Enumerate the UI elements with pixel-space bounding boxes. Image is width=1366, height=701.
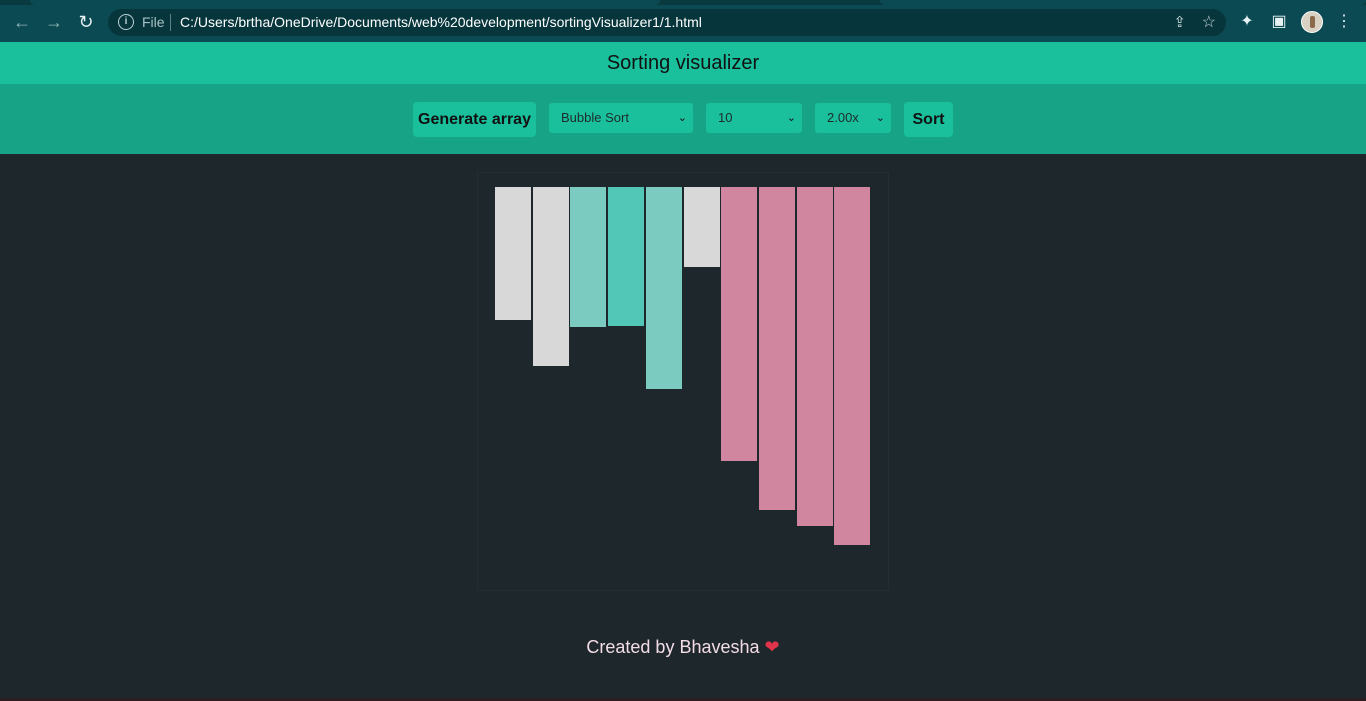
page-header: Sorting visualizer	[0, 42, 1366, 84]
heart-icon: ❤	[764, 637, 780, 657]
array-bar	[684, 187, 720, 267]
page-title: Sorting visualizer	[606, 52, 760, 74]
array-bar	[570, 187, 606, 327]
array-size-select-value: 10	[718, 110, 733, 125]
array-size-select[interactable]: 10 ⌄	[706, 103, 802, 133]
footer-credit: Created by Bhavesha	[586, 637, 760, 657]
tab-strip	[0, 0, 1366, 5]
extensions-icon[interactable]: ✦	[1237, 12, 1257, 32]
generate-array-button[interactable]: Generate array	[413, 102, 536, 137]
speed-select[interactable]: 2.00x ⌄	[815, 103, 891, 133]
controls-bar: Generate array Bubble Sort ⌄ 10 ⌄ 2.00x …	[0, 84, 1366, 154]
forward-arrow-icon[interactable]: →	[44, 12, 64, 32]
side-panel-icon[interactable]: ▣	[1269, 12, 1289, 32]
algorithm-select-value: Bubble Sort	[561, 110, 629, 125]
chevron-down-icon: ⌄	[677, 112, 687, 124]
tab-inactive[interactable]	[880, 0, 1366, 5]
array-bar	[721, 187, 757, 461]
footer: Created by Bhavesha ❤	[0, 637, 1366, 658]
address-bar[interactable]: i File C:/Users/brtha/OneDrive/Documents…	[108, 9, 1226, 36]
chevron-down-icon: ⌄	[875, 112, 885, 124]
tab-active[interactable]	[30, 0, 660, 5]
sort-button[interactable]: Sort	[904, 102, 953, 137]
menu-kebab-icon[interactable]: ⋮	[1334, 12, 1354, 32]
share-icon[interactable]: ⇪	[1173, 13, 1186, 31]
url-text[interactable]: C:/Users/brtha/OneDrive/Documents/web%20…	[180, 14, 702, 30]
browser-toolbar: ← → ↻ i File C:/Users/brtha/OneDrive/Doc…	[0, 0, 1366, 42]
algorithm-select[interactable]: Bubble Sort ⌄	[549, 103, 693, 133]
array-bar	[533, 187, 569, 366]
profile-avatar[interactable]	[1301, 11, 1323, 33]
file-label: File	[142, 14, 165, 30]
array-bar	[797, 187, 833, 526]
array-bar	[608, 187, 644, 326]
separator	[170, 14, 171, 31]
array-bar	[834, 187, 870, 545]
speed-select-value: 2.00x	[827, 110, 859, 125]
back-arrow-icon[interactable]: ←	[12, 12, 32, 32]
bookmark-star-icon[interactable]: ☆	[1202, 12, 1216, 32]
array-bar	[495, 187, 531, 320]
array-bar	[646, 187, 682, 389]
array-bar	[759, 187, 795, 510]
chevron-down-icon: ⌄	[786, 112, 796, 124]
reload-icon[interactable]: ↻	[76, 12, 96, 32]
info-icon[interactable]: i	[118, 14, 134, 30]
